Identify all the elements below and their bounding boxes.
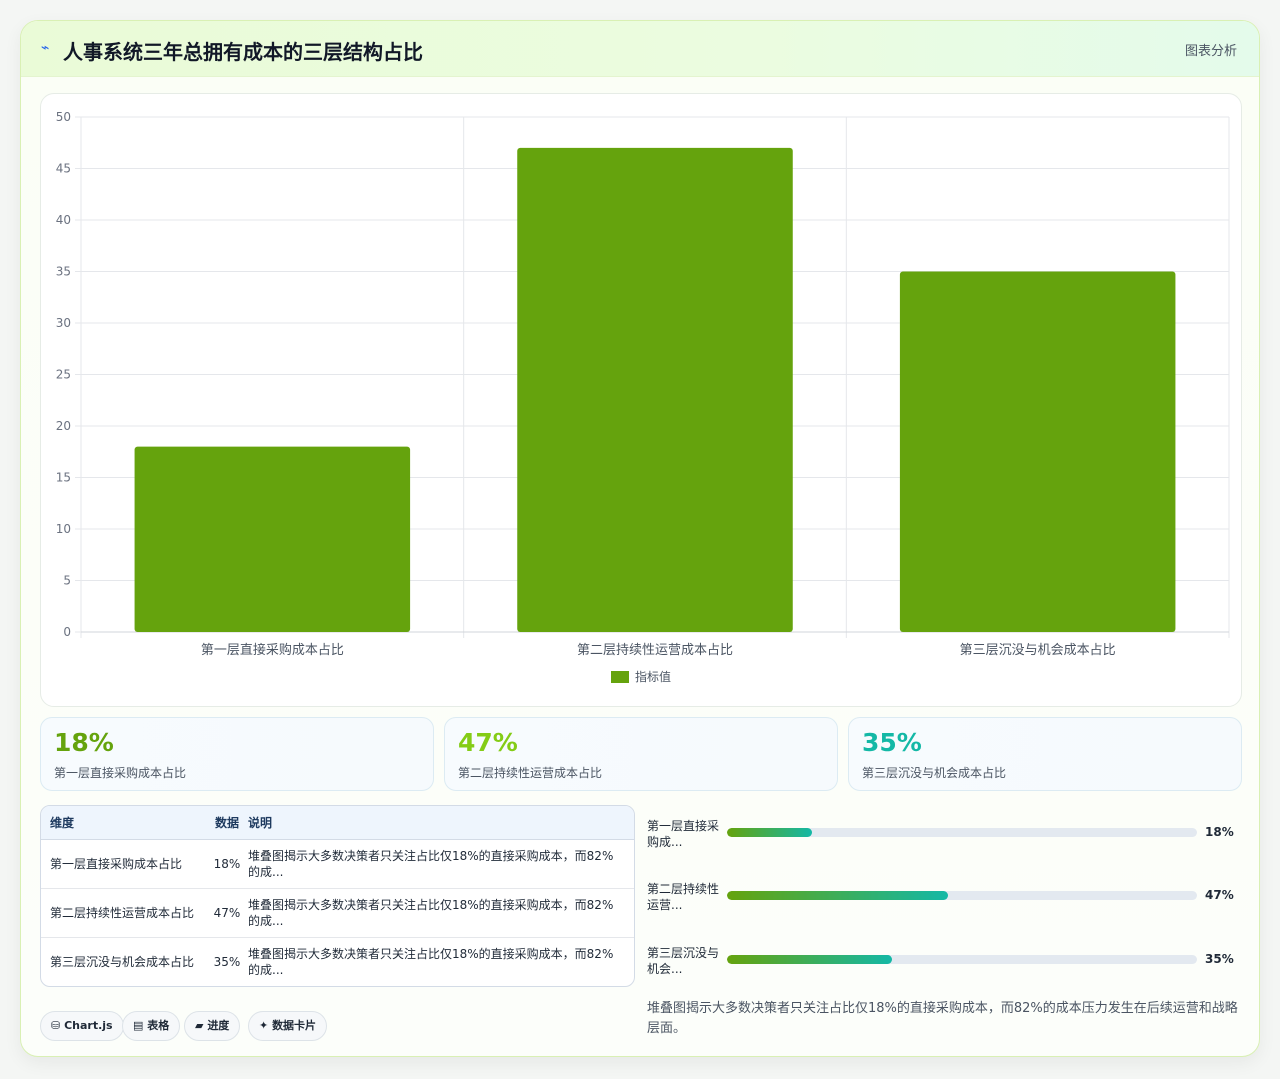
y-tick-label: 5 bbox=[63, 574, 71, 588]
cell-dimension: 第三层沉没与机会成本占比 bbox=[50, 954, 195, 969]
stat-value: 35% bbox=[862, 728, 922, 757]
y-tick-label: 15 bbox=[56, 471, 71, 485]
stat-label: 第二层持续性运营成本占比 bbox=[458, 766, 603, 780]
x-tick-label: 第三层沉没与机会成本占比 bbox=[960, 643, 1116, 658]
y-tick-label: 20 bbox=[56, 419, 71, 433]
stat-label: 第一层直接采购成本占比 bbox=[54, 766, 187, 780]
legend-label: 指标值 bbox=[635, 669, 671, 684]
chart-line-icon: ⌁ bbox=[41, 40, 50, 56]
progress-value: 47% bbox=[1205, 888, 1234, 902]
progress-fill bbox=[727, 955, 892, 964]
bar bbox=[517, 147, 793, 632]
y-tick-label: 50 bbox=[56, 110, 71, 124]
cell-data: 47% bbox=[213, 905, 241, 920]
progress-track bbox=[727, 891, 1197, 900]
y-tick-label: 10 bbox=[56, 522, 71, 536]
chip-table[interactable]: ▤ 表格 bbox=[122, 1011, 181, 1041]
cell-dimension: 第二层持续性运营成本占比 bbox=[50, 905, 195, 920]
y-tick-label: 25 bbox=[56, 368, 71, 382]
cell-description: 堆叠图揭示大多数决策者只关注占比仅18%的直接采购成本，而82%的成... bbox=[248, 937, 634, 986]
progress-fill bbox=[727, 891, 948, 900]
table-row: 第一层直接采购成本占比 18% 堆叠图揭示大多数决策者只关注占比仅18%的直接采… bbox=[41, 839, 634, 888]
column-header-dimension: 维度 bbox=[41, 806, 206, 840]
y-tick-label: 35 bbox=[56, 265, 71, 279]
chip-data-cards[interactable]: ✦ 数据卡片 bbox=[248, 1011, 328, 1041]
progress-icon: ▰ bbox=[195, 1019, 204, 1032]
database-icon: ⛁ bbox=[51, 1019, 61, 1032]
card-header: ⌁ 人事系统三年总拥有成本的三层结构占比 图表分析 bbox=[21, 21, 1259, 77]
chip-label: 进度 bbox=[207, 1019, 230, 1032]
stat-card-3: 35% 第三层沉没与机会成本占比 bbox=[848, 717, 1242, 791]
cell-description: 堆叠图揭示大多数决策者只关注占比仅18%的直接采购成本，而82%的成... bbox=[248, 888, 634, 937]
summary-note: 堆叠图揭示大多数决策者只关注占比仅18%的直接采购成本，而82%的成本压力发生在… bbox=[647, 1001, 1238, 1036]
progress-label: 第三层沉没与机会... bbox=[647, 946, 720, 976]
progress-value: 35% bbox=[1205, 952, 1234, 966]
bar bbox=[134, 446, 411, 632]
stat-value: 47% bbox=[458, 728, 518, 757]
cell-description: 堆叠图揭示大多数决策者只关注占比仅18%的直接采购成本，而82%的成... bbox=[248, 839, 634, 888]
bar-chart-panel: 0 5 10 15 20 25 30 35 40 45 50 第一层直接采购成本占比 第二层持续性运营成… bbox=[40, 93, 1242, 707]
chip-label: 数据卡片 bbox=[272, 1019, 317, 1032]
table-icon: ▤ bbox=[133, 1019, 144, 1032]
header-tag: 图表分析 bbox=[1184, 44, 1237, 59]
dashboard-card: ⌁ 人事系统三年总拥有成本的三层结构占比 图表分析 0 5 10 15 20 25 30 35… bbox=[20, 20, 1260, 1057]
bar bbox=[899, 271, 1176, 632]
bar-chart: 0 5 10 15 20 25 30 35 40 45 50 第一层直接采购成本占比 第二层持续性运营成… bbox=[56, 110, 1230, 684]
cell-description-text: 堆叠图揭示大多数决策者只关注占比仅18%的直接采购成本，而82%的成... bbox=[248, 848, 614, 879]
y-tick-label: 40 bbox=[56, 213, 71, 227]
progress-fill bbox=[727, 828, 812, 837]
table-row: 第二层持续性运营成本占比 47% 堆叠图揭示大多数决策者只关注占比仅18%的直接… bbox=[41, 888, 634, 937]
progress-label: 第二层持续性运营... bbox=[647, 882, 720, 912]
stat-label: 第三层沉没与机会成本占比 bbox=[862, 766, 1007, 780]
cell-data: 18% bbox=[213, 856, 241, 871]
progress-track bbox=[727, 955, 1197, 964]
stat-value: 18% bbox=[54, 728, 114, 757]
cell-description-text: 堆叠图揭示大多数决策者只关注占比仅18%的直接采购成本，而82%的成... bbox=[248, 946, 614, 977]
legend-swatch bbox=[611, 671, 629, 683]
sparkle-icon: ✦ bbox=[259, 1019, 269, 1032]
chip-progress[interactable]: ▰ 进度 bbox=[184, 1011, 241, 1041]
column-header-data: 数据 bbox=[206, 806, 248, 840]
table-row: 第三层沉没与机会成本占比 35% 堆叠图揭示大多数决策者只关注占比仅18%的直接… bbox=[41, 937, 634, 986]
x-tick-label: 第一层直接采购成本占比 bbox=[201, 642, 344, 658]
progress-track bbox=[727, 828, 1197, 837]
cell-dimension: 第一层直接采购成本占比 bbox=[50, 856, 183, 871]
cell-description-text: 堆叠图揭示大多数决策者只关注占比仅18%的直接采购成本，而82%的成... bbox=[248, 897, 614, 928]
cell-data: 35% bbox=[213, 954, 241, 969]
y-tick-label: 30 bbox=[56, 316, 71, 330]
stat-card-2: 47% 第二层持续性运营成本占比 bbox=[444, 717, 838, 791]
progress-label: 第一层直接采购成... bbox=[647, 819, 720, 849]
x-tick-label: 第二层持续性运营成本占比 bbox=[577, 643, 733, 658]
y-tick-label: 45 bbox=[56, 162, 71, 176]
progress-value: 18% bbox=[1205, 825, 1234, 839]
table-header-row: 维度 数据 说明 bbox=[41, 806, 634, 840]
data-table: 维度 数据 说明 第一层直接采购成本占比 18% 堆叠图揭示大多数决策者只关注占… bbox=[40, 805, 635, 987]
page-title: 人事系统三年总拥有成本的三层结构占比 bbox=[63, 40, 423, 64]
chip-chartjs[interactable]: ⛁ Chart.js bbox=[40, 1011, 124, 1041]
chip-label: Chart.js bbox=[64, 1019, 113, 1032]
stat-card-1: 18% 第一层直接采购成本占比 bbox=[40, 717, 434, 791]
column-header-description: 说明 bbox=[248, 806, 634, 840]
y-tick-label: 0 bbox=[63, 625, 71, 639]
chip-label: 表格 bbox=[147, 1019, 170, 1032]
